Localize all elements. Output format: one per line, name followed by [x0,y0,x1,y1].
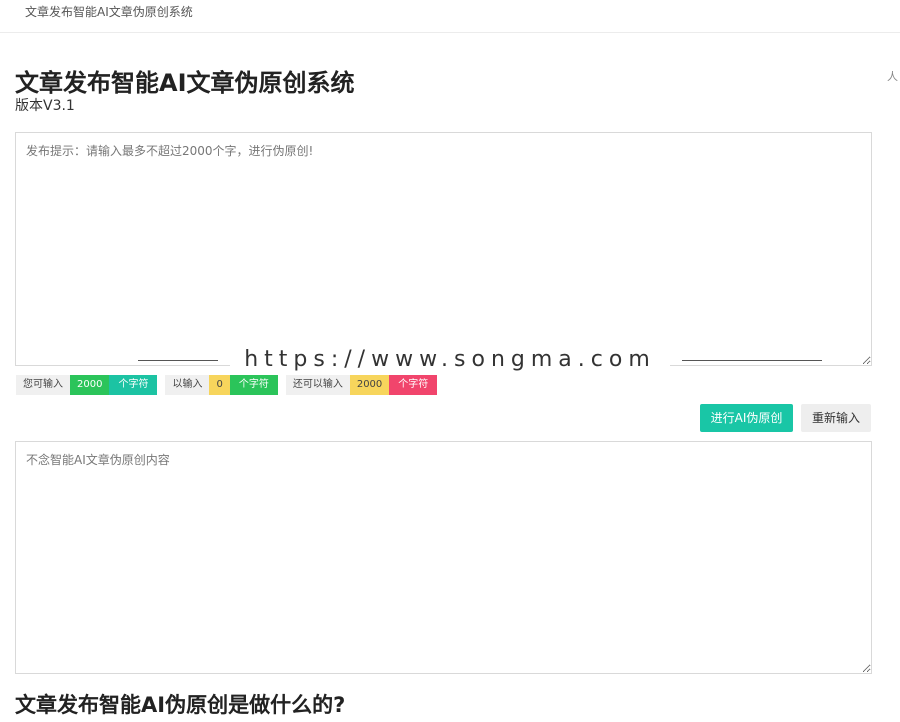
page: 文章发布智能AI文章伪原创系统 人 文章发布智能AI文章伪原创系统 版本V3.1… [0,0,900,722]
rewrite-output[interactable] [15,441,872,674]
site-title[interactable]: 文章发布智能AI文章伪原创系统 [25,4,193,20]
counter-remaining: 还可以输入 2000 个字符 [285,375,438,395]
counter-value: 2000 [70,375,110,395]
section-heading: 文章发布智能AI伪原创是做什么的? [15,693,346,717]
counter-label: 以输入 [165,375,210,395]
counter-unit: 个字符 [109,375,158,395]
side-user-icon[interactable]: 人 [887,68,898,84]
counter-label: 您可输入 [16,375,70,395]
version-label: 版本V3.1 [15,98,75,114]
reset-button[interactable]: 重新输入 [801,404,871,432]
counter-unit: 个字符 [229,375,278,395]
counter-label: 还可以输入 [285,375,350,395]
counter-value: 0 [209,375,230,395]
article-input[interactable] [15,132,872,366]
counter-entered: 以输入 0 个字符 [165,375,278,395]
page-title: 文章发布智能AI文章伪原创系统 [15,69,355,97]
rewrite-button[interactable]: 进行AI伪原创 [700,404,793,432]
char-counters: 您可输入 2000 个字符 以输入 0 个字符 还可以输入 2000 个字符 [16,375,438,395]
counter-unit: 个字符 [389,375,438,395]
counter-value: 2000 [349,375,390,395]
counter-allowed: 您可输入 2000 个字符 [16,375,158,395]
top-bar: 文章发布智能AI文章伪原创系统 [0,0,900,33]
